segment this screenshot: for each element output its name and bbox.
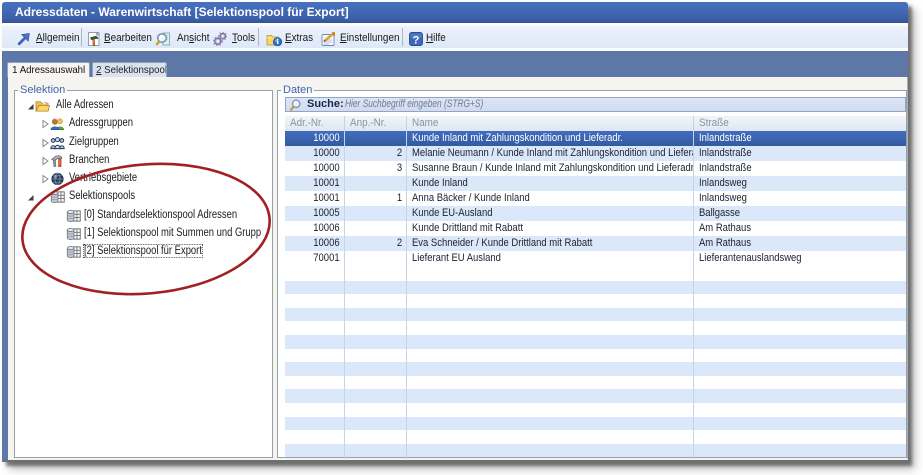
svg-text:?: ? <box>413 34 420 46</box>
